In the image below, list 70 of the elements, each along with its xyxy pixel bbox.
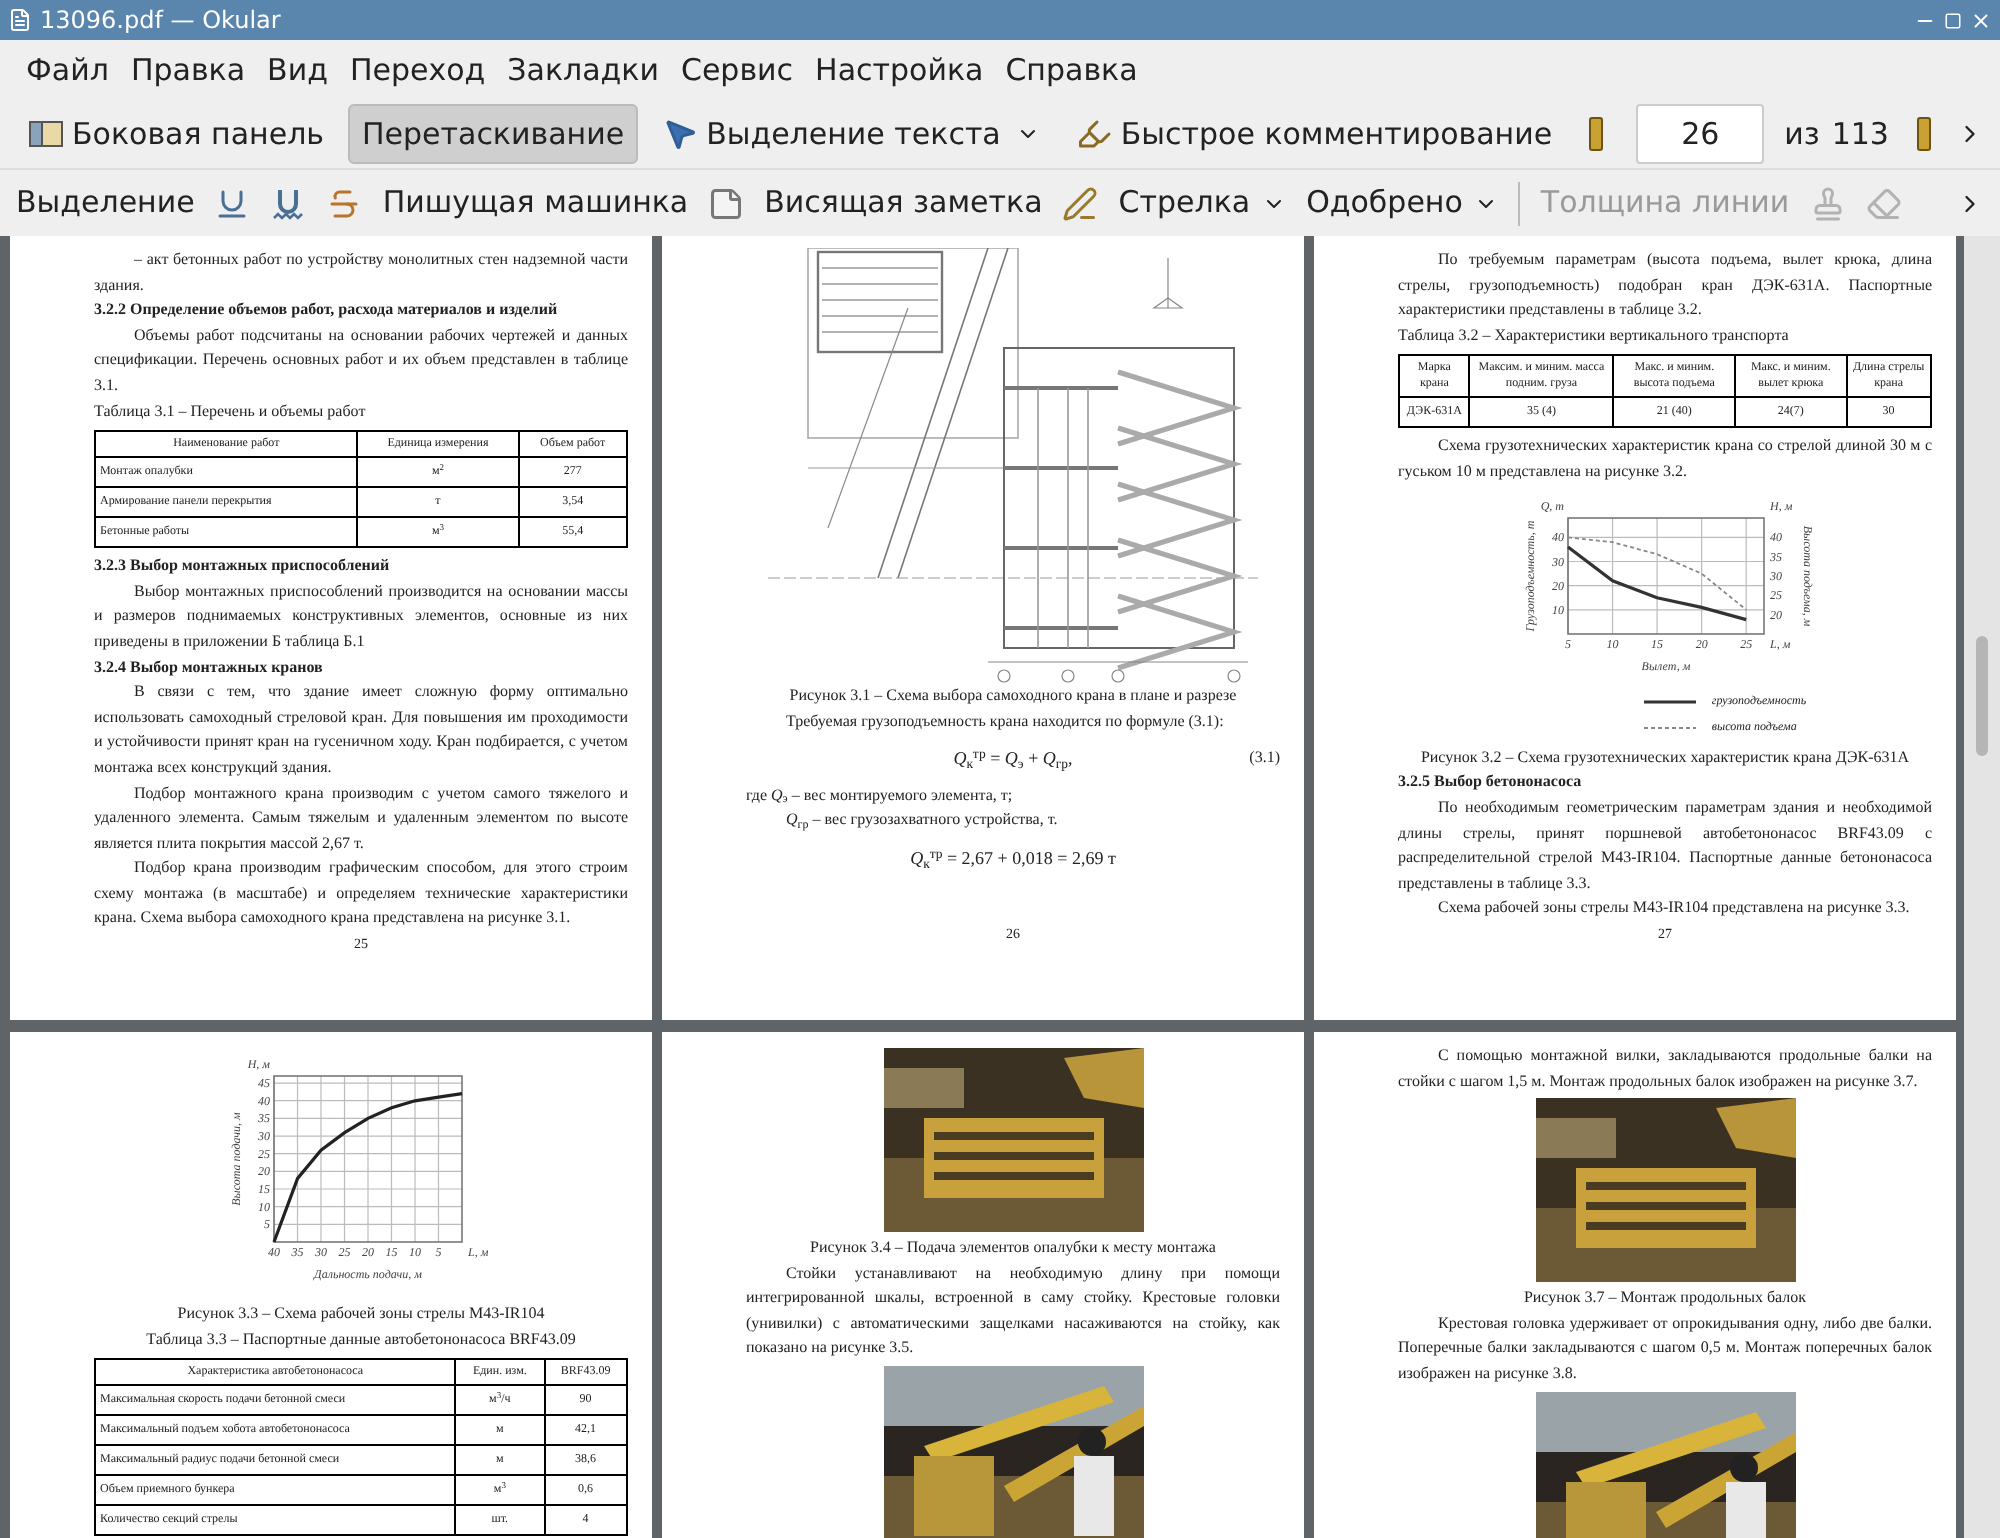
window-title: 13096.pdf — Okular (40, 4, 283, 38)
legend-line-icon (1643, 724, 1696, 733)
section-heading: 3.2.2 Определение объемов работ, расхода материалов и изделий (94, 298, 560, 323)
section-heading: 3.2.4 Выбор монтажных кранов (94, 655, 325, 680)
formula-number: (3.1) (1249, 746, 1280, 771)
stamp-icon (1809, 185, 1846, 221)
app-icon (8, 8, 32, 32)
paragraph: – акт бетонных работ по устройству монолитных стен надземной части здания. (94, 248, 628, 298)
menu-item[interactable]: Сервис (670, 47, 804, 93)
underline-icon (214, 185, 251, 221)
squiggle-underline-icon (270, 185, 307, 221)
formula: Q$_{к}$$^{тр}$ = Q$_{э}$ + Q$_{гр}$, (953, 746, 1073, 772)
maximize-icon[interactable] (1944, 11, 1962, 29)
annotation-tool[interactable]: Пишущая машинка (382, 180, 689, 226)
annotation-tool[interactable]: Выделение (16, 180, 195, 226)
sidebar-icon (28, 116, 64, 152)
paragraph: Выбор монтажных приспособлений производится на основании массы и размеров поднимаемых конструктивных элементов, основные из них приведены в приложении Б таблица Б.1 (94, 579, 628, 654)
menu-item[interactable]: Переход (339, 47, 496, 93)
paragraph: Крестовая головка удерживает от опрокидывания одну, либо две балки. Поперечные балки закладываются с шагом 0,5 м. Монтаж поперечных балок изображен на рисунке 3.8. (1398, 1311, 1932, 1386)
section-heading: 3.2.3 Выбор монтажных приспособлений (94, 554, 392, 579)
scrollbar[interactable] (1964, 236, 2000, 1538)
paragraph: С помощью монтажной вилки, закладываются продольные балки на стойки с шагом 1,5 м. Монтаж продольных балок изображен на рисунке 3.7. (1398, 1044, 1932, 1094)
table-title: Таблица 3.1 – Перечень и объемы работ (94, 399, 368, 424)
toolbar-button[interactable]: Перетаскивание (348, 104, 639, 164)
previous-page-icon[interactable] (1588, 116, 1605, 152)
next-page-icon[interactable] (1916, 116, 1933, 152)
toolbar-button[interactable]: Выделение текста (650, 104, 1053, 164)
table-title: Таблица 3.2 – Характеристики вертикального транспорта (1398, 323, 1791, 348)
caption: Рисунок 3.4 – Подача элементов опалубки к месту монтажа (808, 1236, 1218, 1260)
menu-item[interactable]: Справка (995, 47, 1148, 93)
caption: Рисунок 3.1 – Схема выбора самоходного крана в плане и разрезе (787, 684, 1239, 708)
paragraph: По требуемым параметрам (высота подъема, вылет крюка, длина стрелы, грузоподъемность) подобран кран ДЭК-631А. Паспортные характеристики представлены в таблице 3.2. (1398, 248, 1932, 323)
menu-item[interactable]: Файл (16, 47, 119, 93)
menu-item[interactable]: Правка (120, 47, 256, 93)
toolbar-button[interactable]: Быстрое комментирование (1064, 104, 1565, 164)
strikethrough-icon (326, 185, 363, 221)
caption: Таблица 3.3 – Паспортные данные автобетононасоса BRF43.09 (144, 1327, 578, 1352)
eraser-icon (1865, 185, 1902, 221)
note-icon (708, 185, 745, 221)
page-count: 113 (1831, 113, 1889, 156)
paragraph: Схема грузотехнических характеристик крана со стрелой длиной 30 м с гуськом 10 м представлена на рисунке 3.2. (1398, 434, 1932, 484)
toolbar-button[interactable]: Боковая панель (16, 104, 336, 164)
menu-item[interactable]: Закладки (497, 47, 669, 93)
paragraph: где Q$_{э}$ – вес монтируемого элемента, т; (746, 783, 1015, 809)
formula: Q$_{к}$$^{тр}$ = 2,67 + 0,018 = 2,69 т (910, 845, 1116, 872)
close-icon[interactable] (1970, 9, 1992, 31)
paragraph: Q$_{гр}$ – вес грузозахватного устройства, т. (784, 808, 1060, 834)
highlighter-icon (1076, 116, 1113, 152)
menu-item[interactable]: Настройка (805, 47, 994, 93)
pen-icon (1062, 185, 1099, 221)
caption: Рисунок 3.7 – Монтаж продольных балок (1521, 1286, 1809, 1311)
page-of-label: из (1784, 113, 1820, 156)
paragraph: Подбор монтажного крана производим с учетом самого тяжелого и удаленного элемента. Самым тяжелым и удаленным элементом по высоте является плита покрытия массой 2,67 т. (94, 781, 628, 856)
paragraph: Требуемая грузоподъемность крана находится по формуле (3.1): (784, 709, 1226, 734)
paragraph: Стойки устанавливают на необходимую длину при помощи интегрированной шкалы, встроенной в саму стойку. Крестовые головки (унивилки) с автоматическими защелками насаживаются на стойку, как показано на рисунке 3.5. (746, 1261, 1280, 1361)
page-number-field[interactable]: 26 (1636, 104, 1765, 164)
menu-item[interactable]: Вид (257, 47, 338, 93)
caption: Рисунок 3.2 – Схема грузотехнических характеристик крана ДЭК-631А (1418, 745, 1912, 770)
annotation-tool[interactable]: Стрелка (1118, 180, 1287, 226)
paragraph: Подбор крана производим графическим способом, для этого строим схему монтажа (в масштабе) и определяем технические характеристики крана. Схема выбора самоходного крана представлена на рисунке 3.1. (94, 856, 628, 931)
paragraph: Схема рабочей зоны стрелы M43-IR104 представлена на рисунке 3.3. (1436, 896, 1912, 921)
cursor-icon (662, 116, 699, 152)
annotation-tool[interactable]: Висящая заметка (764, 180, 1043, 226)
annotation-tool[interactable]: Одобрено (1306, 180, 1499, 226)
section-heading: 3.2.5 Выбор бетононасоса (1398, 770, 1584, 795)
paragraph: В связи с тем, что здание имеет сложную форму оптимально использовать самоходный стреловой кран. Для повышения им проходимости и устойчивости принят кран на гусеничном ходу. Кран подбирается, с учетом монтажа всех конструкций здания. (94, 680, 628, 780)
caption: Рисунок 3.3 – Схема рабочей зоны стрелы M43-IR104 (175, 1302, 547, 1326)
paragraph: По необходимым геометрическим параметрам здания и необходимой длины стрелы, принят поршневой автобетононасос BRF43.09 с распределительной стрелой M43-IR104. Паспортные данные бетононасоса представлены в таблице 3.3. (1398, 795, 1932, 896)
legend-line-icon (1643, 697, 1696, 706)
paragraph: Объемы работ подсчитаны на основании рабочих чертежей и данных спецификации. Перечень основных работ и их объем представлен в таблице 3.1. (94, 323, 628, 398)
